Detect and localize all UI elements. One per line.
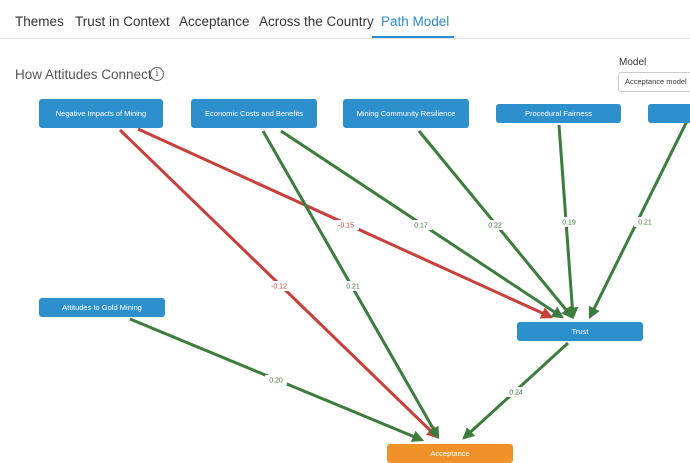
node-acceptance[interactable]: Acceptance — [387, 444, 513, 463]
path-coefficient-label: 0.17 — [414, 223, 428, 230]
path-edge-offscreen-to-trust — [588, 114, 690, 320]
node-attitudes-gold[interactable]: Attitudes to Gold Mining — [39, 298, 165, 317]
node-mining-resilience[interactable]: Mining Community Resilience — [343, 99, 469, 128]
path-coefficient-label: 0.21 — [638, 220, 652, 227]
path-coefficient-label: 0.22 — [488, 223, 502, 230]
node-trust[interactable]: Trust — [517, 322, 643, 341]
path-coefficient-label: 0.24 — [509, 390, 523, 397]
path-coefficient-label: 0.20 — [269, 378, 283, 385]
path-coefficient-label: 0.19 — [562, 220, 576, 227]
path-coefficient-label: 0.21 — [346, 284, 360, 291]
node-economic-costs[interactable]: Economic Costs and Benefits — [191, 99, 317, 128]
node-offscreen[interactable] — [648, 104, 690, 123]
node-procedural-fairness[interactable]: Procedural Fairness — [496, 104, 621, 123]
node-negative-impacts[interactable]: Negative Impacts of Mining — [39, 99, 163, 128]
path-diagram: -0.12 -0.15 0.17 0.21 0.22 0.19 0.21 0.20 0.24 — [118, 114, 690, 442]
path-coefficient-label: -0.12 — [271, 284, 287, 291]
path-coefficient-label: -0.15 — [338, 223, 354, 230]
